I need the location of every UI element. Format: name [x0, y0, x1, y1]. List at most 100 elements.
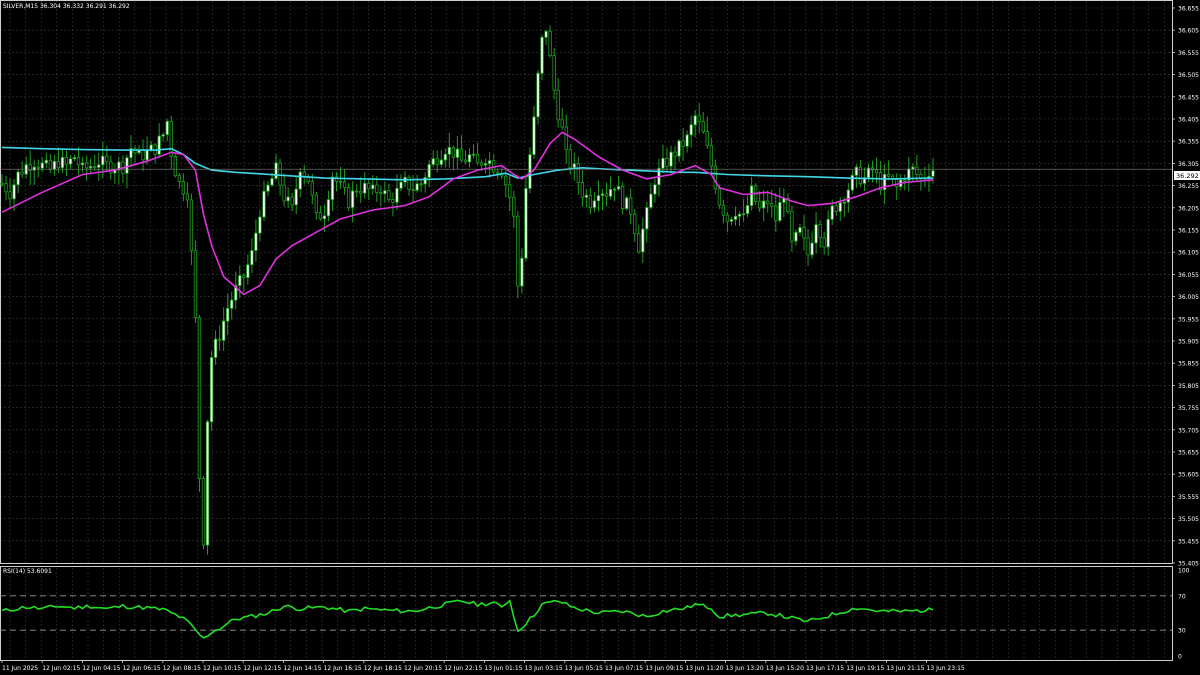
- bull-candle-body: [250, 250, 254, 266]
- bull-candle-body: [101, 155, 105, 166]
- bear-candle-body: [770, 202, 774, 207]
- bull-candle-body: [226, 307, 230, 322]
- bull-candle-body: [645, 207, 649, 230]
- bear-candle-body: [548, 30, 552, 56]
- bull-candle-body: [222, 320, 226, 341]
- bull-candle-body: [16, 171, 20, 186]
- price-tick-label: 35.955: [1178, 316, 1199, 323]
- price-tick-label: 36.055: [1178, 272, 1199, 279]
- candle: [201, 475, 206, 550]
- price-tick-label: 36.255: [1178, 183, 1199, 190]
- bull-candle-body: [274, 162, 278, 179]
- bear-candle-body: [766, 200, 770, 204]
- bull-candle-body: [641, 228, 645, 253]
- time-tick-label: 12 Jun 20:15: [404, 665, 442, 672]
- bear-candle-body: [508, 184, 512, 198]
- price-tick-label: 36.455: [1178, 94, 1199, 101]
- current-price-tag-label: 36.292: [1176, 172, 1199, 180]
- price-tick-label: 36.655: [1178, 6, 1199, 13]
- bull-candle-body: [427, 164, 431, 178]
- current-price-tag: 36.292: [1174, 171, 1200, 180]
- bull-candle-body: [471, 153, 476, 156]
- price-tick-label: 35.705: [1178, 427, 1199, 434]
- bull-candle-body: [298, 171, 302, 190]
- bull-candle-body: [814, 224, 818, 244]
- bull-candle-body: [89, 165, 93, 169]
- bear-candle-body: [189, 199, 194, 252]
- price-tick-label: 36.555: [1178, 50, 1199, 57]
- price-tick-label: 36.355: [1178, 139, 1199, 146]
- bear-candle-body: [193, 250, 198, 319]
- bull-candle-body: [286, 196, 290, 202]
- time-tick-label: 12 Jun 08:15: [163, 665, 201, 672]
- time-tick-label: 12 Jun 18:15: [364, 665, 402, 672]
- bear-candle-body: [177, 175, 181, 182]
- bear-candle-body: [802, 227, 806, 239]
- bull-candle-body: [741, 213, 746, 216]
- bear-candle-body: [367, 182, 371, 190]
- bull-candle-body: [246, 264, 250, 278]
- bear-candle-body: [620, 186, 625, 210]
- bear-candle-body: [774, 205, 778, 221]
- bull-candle-body: [931, 170, 935, 177]
- bull-candle-body: [838, 202, 842, 212]
- bull-candle-body: [600, 193, 605, 196]
- bull-candle-body: [213, 338, 218, 358]
- bear-candle-body: [504, 175, 508, 186]
- rsi-tick-label: 30: [1178, 628, 1186, 635]
- candle: [197, 314, 202, 493]
- price-tick-label: 36.005: [1178, 294, 1199, 301]
- price-tick-label: 36.505: [1178, 72, 1199, 79]
- bull-candle-body: [749, 185, 754, 206]
- time-tick-label: 13 Jun 21:15: [886, 665, 924, 672]
- bear-candle-body: [568, 149, 572, 169]
- bear-candle-body: [93, 165, 97, 168]
- candle: [625, 195, 629, 211]
- bear-candle-body: [552, 55, 556, 91]
- bear-candle-body: [903, 179, 907, 182]
- bull-candle-body: [488, 160, 492, 165]
- bull-candle-body: [584, 194, 589, 198]
- bull-candle-body: [455, 148, 460, 158]
- bear-candle-body: [36, 166, 40, 169]
- bull-candle-body: [669, 151, 673, 167]
- bull-candle-body: [443, 153, 447, 161]
- bull-candle-body: [677, 140, 681, 157]
- bull-candle-body: [733, 215, 738, 220]
- bull-candle-body: [826, 218, 830, 248]
- price-tick-label: 35.805: [1178, 383, 1199, 390]
- bull-candle-body: [209, 357, 214, 423]
- bear-candle-body: [633, 213, 637, 235]
- bear-candle-body: [201, 478, 206, 546]
- bear-candle-body: [346, 187, 351, 208]
- bear-candle-body: [342, 181, 347, 188]
- candle: [536, 70, 540, 125]
- bear-candle-body: [302, 171, 306, 177]
- time-tick-label: 13 Jun 03:15: [525, 665, 563, 672]
- candle: [193, 240, 198, 323]
- price-tick-label: 35.505: [1178, 516, 1199, 523]
- bear-candle-body: [576, 163, 580, 183]
- candle: [173, 152, 177, 178]
- bear-candle-body: [919, 174, 923, 179]
- silver-m15-chart[interactable]: 36.655 36.605 36.555 36.505 36.455 36.405 36.3…: [0, 0, 1200, 675]
- bear-candle-body: [181, 181, 186, 195]
- bull-candle-body: [536, 72, 540, 118]
- bull-candle-body: [439, 159, 443, 165]
- bear-candle-body: [8, 191, 12, 200]
- bear-candle-body: [242, 275, 246, 278]
- bear-candle-body: [318, 212, 323, 220]
- bear-candle-body: [588, 194, 593, 208]
- bull-candle-body: [254, 232, 258, 251]
- bull-candle-body: [447, 147, 451, 155]
- price-tick-label: 35.855: [1178, 361, 1199, 368]
- bear-candle-body: [790, 210, 794, 242]
- bear-candle-body: [290, 196, 294, 206]
- bull-candle-body: [262, 190, 266, 218]
- time-tick-label: 13 Jun 11:20: [685, 665, 723, 672]
- bull-candle-body: [572, 163, 576, 169]
- bull-candle-body: [294, 188, 298, 206]
- bull-candle-body: [266, 184, 270, 192]
- bull-candle-body: [205, 421, 210, 546]
- bear-candle-body: [806, 237, 810, 256]
